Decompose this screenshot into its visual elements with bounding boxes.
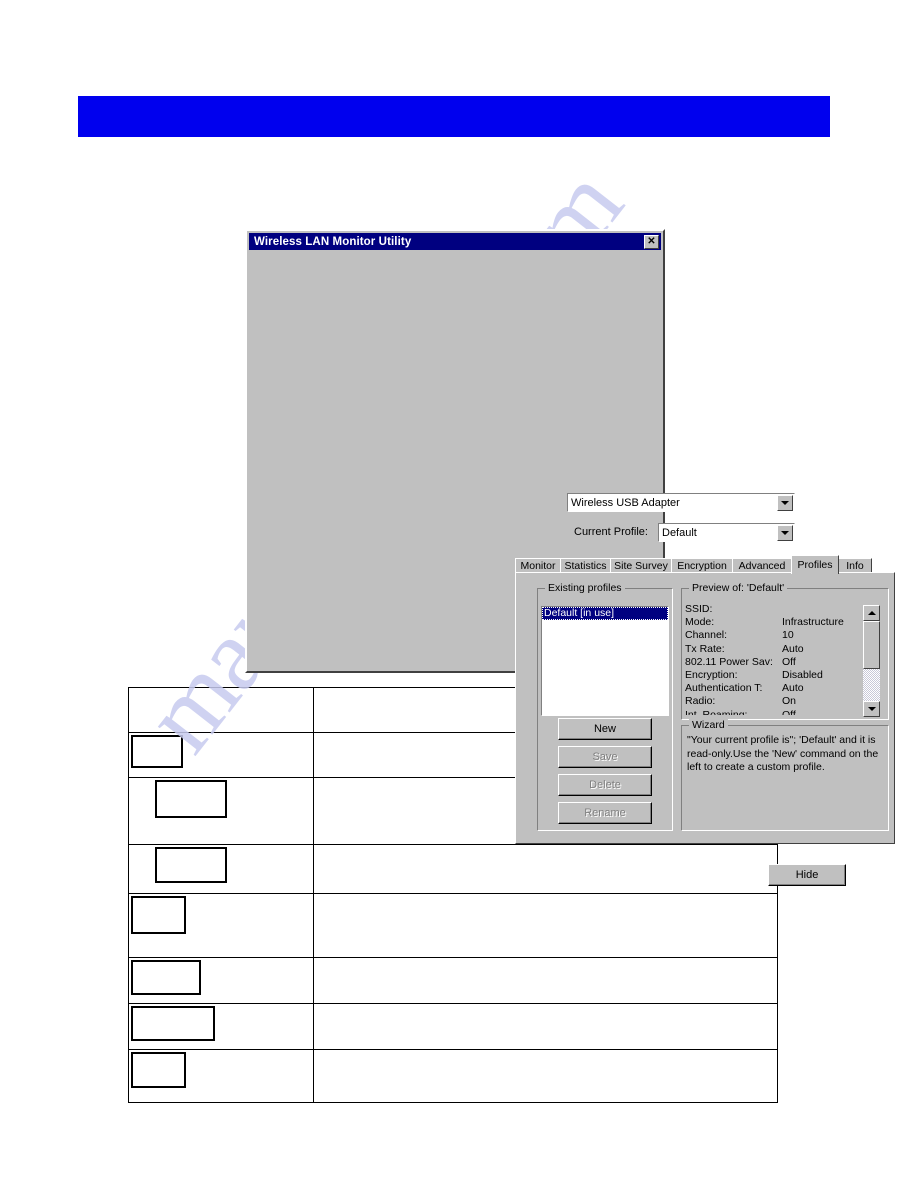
scrollbar-thumb[interactable] <box>863 621 880 669</box>
table-cell-description <box>313 844 778 894</box>
table-cell-description <box>313 957 778 1004</box>
redaction-box <box>131 1052 186 1088</box>
tab-label: Statistics <box>564 560 607 572</box>
chevron-down-icon[interactable] <box>777 494 793 511</box>
table-cell-parameter <box>127 1003 315 1050</box>
table-cell-parameter <box>127 893 315 958</box>
preview-row-key: Channel: <box>685 629 728 642</box>
redaction-box <box>131 735 183 768</box>
table-row <box>127 844 778 894</box>
table-cell-description <box>313 1003 778 1050</box>
redaction-box <box>131 1006 215 1041</box>
chevron-down-icon[interactable] <box>777 524 793 541</box>
table-row <box>127 957 778 1004</box>
tab-label: Monitor <box>520 560 556 572</box>
preview-scrollbar[interactable] <box>863 605 880 717</box>
close-icon[interactable]: ✕ <box>644 234 659 249</box>
preview-row-value <box>782 603 857 616</box>
preview-row-key: Authentication T: <box>685 682 763 695</box>
rename-profile-button[interactable]: Rename <box>558 802 652 824</box>
wizard-message: "Your current profile is"; 'Default' and… <box>687 734 879 773</box>
preview-row-key: SSID: <box>685 603 713 615</box>
hide-button[interactable]: Hide <box>768 864 846 886</box>
scrollbar-track[interactable] <box>863 621 880 701</box>
preview-row: Authentication T: Auto <box>685 682 857 695</box>
preview-row-value: Disabled <box>782 668 823 681</box>
dialog-titlebar: Wireless LAN Monitor Utility ✕ <box>249 233 661 250</box>
adapter-select-value: Wireless USB Adapter <box>571 496 680 509</box>
preview-row-value: 10 <box>782 629 794 642</box>
table-cell-description <box>313 893 778 958</box>
preview-row: Radio: On <box>685 695 857 708</box>
preview-group-label: Preview of: 'Default' <box>689 582 788 594</box>
tab-label: Encryption <box>677 560 727 572</box>
preview-row-value: On <box>782 695 797 708</box>
preview-row-key: Int. Roaming: <box>685 708 748 716</box>
tabstrip: Monitor Statistics Site Survey Encryption Ad… <box>515 555 895 574</box>
triangle-down-icon[interactable] <box>863 701 880 717</box>
save-profile-button[interactable]: Save <box>558 746 652 768</box>
triangle-up-icon[interactable] <box>863 605 880 621</box>
preview-row-key: 802.11 Power Sav: <box>685 655 773 668</box>
tab-label: Advanced <box>738 560 786 572</box>
tab-site-survey[interactable]: Site Survey <box>610 558 672 573</box>
profile-listbox[interactable]: Default [in use] <box>541 606 669 716</box>
redaction-box <box>131 960 201 995</box>
preview-row-value: Auto <box>782 682 804 695</box>
adapter-select[interactable]: Wireless USB Adapter <box>567 493 795 512</box>
existing-profiles-label: Existing profiles <box>545 582 625 594</box>
preview-row-value: Off <box>782 708 796 716</box>
list-item[interactable]: Default [in use] <box>542 607 668 620</box>
redaction-box <box>131 896 186 934</box>
table-row <box>127 1049 778 1103</box>
redaction-box <box>155 847 227 883</box>
tab-label: Info <box>846 560 864 572</box>
tab-advanced[interactable]: Advanced <box>732 558 792 573</box>
table-cell-parameter <box>127 844 315 894</box>
tab-encryption[interactable]: Encryption <box>671 558 733 573</box>
table-cell-parameter <box>127 777 315 845</box>
preview-row: Encryption: Disabled <box>685 669 857 682</box>
delete-profile-button[interactable]: Delete <box>558 774 652 796</box>
current-profile-value: Default <box>662 526 697 539</box>
table-row <box>127 1003 778 1050</box>
preview-row-value: Infrastructure <box>782 616 844 629</box>
preview-row-key: Mode: <box>685 616 715 629</box>
tab-monitor[interactable]: Monitor <box>515 558 561 573</box>
preview-row: 802.11 Power Sav: Off <box>685 656 857 669</box>
preview-property-list: SSID: Mode: Infrastructure Channel: 10 Tx Rat… <box>685 603 857 715</box>
preview-row-value: Off <box>782 655 796 668</box>
current-profile-label: Current Profile: <box>574 526 648 538</box>
tab-statistics[interactable]: Statistics <box>560 558 611 573</box>
table-cell-parameter <box>127 957 315 1004</box>
preview-row: SSID: <box>685 603 857 616</box>
table-cell-description <box>313 1049 778 1103</box>
preview-row: Channel: 10 <box>685 629 857 642</box>
table-cell-parameter <box>127 732 315 778</box>
current-profile-select[interactable]: Default <box>658 523 795 542</box>
table-row <box>127 893 778 958</box>
preview-row-key: Tx Rate: <box>685 642 725 655</box>
preview-row-key: Encryption: <box>685 668 738 681</box>
table-cell-parameter <box>127 687 315 733</box>
wizard-group-label: Wizard <box>689 719 728 731</box>
preview-row: Tx Rate: Auto <box>685 643 857 656</box>
tab-label: Profiles <box>797 559 833 571</box>
preview-row-key: Radio: <box>685 695 716 708</box>
redaction-box <box>155 780 227 818</box>
tab-label: Site Survey <box>614 560 668 572</box>
preview-row: Mode: Infrastructure <box>685 616 857 629</box>
table-cell-parameter <box>127 1049 315 1103</box>
tab-profiles[interactable]: Profiles <box>791 555 839 574</box>
preview-row-value: Auto <box>782 642 804 655</box>
dialog-title: Wireless LAN Monitor Utility <box>254 235 412 248</box>
page-header-band <box>78 96 830 137</box>
new-profile-button[interactable]: New <box>558 718 652 740</box>
wireless-lan-monitor-dialog: Wireless LAN Monitor Utility ✕ Wireless … <box>245 229 895 886</box>
preview-row: Int. Roaming: Off <box>685 709 857 716</box>
tab-info[interactable]: Info <box>838 558 872 573</box>
